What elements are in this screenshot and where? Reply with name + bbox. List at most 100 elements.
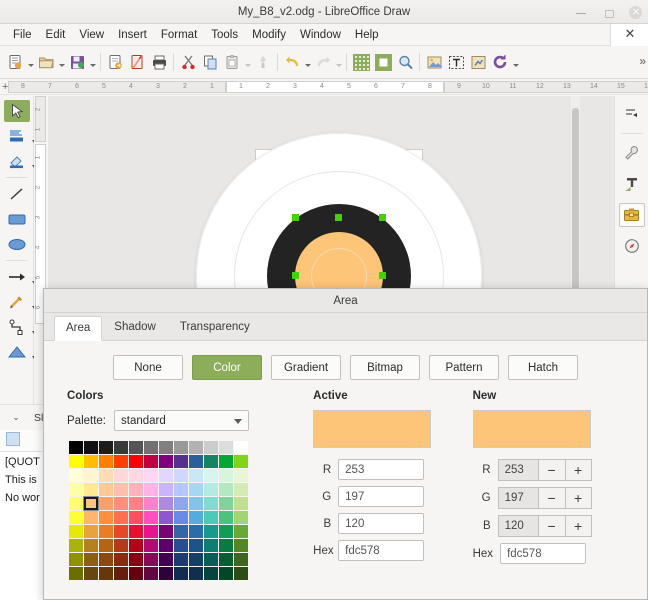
- fill-color-button[interactable]: Color: [192, 355, 262, 380]
- clone-formatting-icon[interactable]: [252, 50, 274, 74]
- color-swatch[interactable]: [129, 483, 143, 496]
- sidebar-settings-icon[interactable]: [619, 102, 645, 126]
- copy-icon[interactable]: [199, 50, 221, 74]
- color-swatch[interactable]: [144, 455, 158, 468]
- color-swatch[interactable]: [174, 483, 188, 496]
- color-swatch[interactable]: [114, 511, 128, 524]
- save-document-dropdown[interactable]: [88, 50, 97, 74]
- new-blue-decrement[interactable]: −: [537, 515, 565, 537]
- color-swatch[interactable]: [99, 455, 113, 468]
- color-swatch[interactable]: [84, 511, 98, 524]
- minimize-button[interactable]: [575, 6, 588, 19]
- color-swatch[interactable]: [189, 483, 203, 496]
- color-swatch[interactable]: [69, 553, 83, 566]
- color-swatch[interactable]: [84, 497, 98, 510]
- color-swatch[interactable]: [114, 539, 128, 552]
- zoom-icon[interactable]: [394, 50, 416, 74]
- fill-none-button[interactable]: None: [113, 355, 183, 380]
- color-swatch[interactable]: [69, 455, 83, 468]
- export-directly-as-pdf-icon[interactable]: [126, 50, 148, 74]
- color-swatch[interactable]: [99, 567, 113, 580]
- menu-window[interactable]: Window: [293, 27, 348, 43]
- new-red-increment[interactable]: +: [564, 459, 592, 481]
- selection-handle[interactable]: [335, 214, 342, 221]
- line-color-tool-icon[interactable]: [4, 150, 36, 172]
- color-swatch[interactable]: [69, 567, 83, 580]
- color-swatch[interactable]: [69, 483, 83, 496]
- color-swatch[interactable]: [159, 567, 173, 580]
- color-swatch[interactable]: [189, 567, 203, 580]
- color-swatch[interactable]: [99, 511, 113, 524]
- color-swatch[interactable]: [99, 553, 113, 566]
- color-swatch[interactable]: [84, 441, 98, 454]
- fill-pattern-button[interactable]: Pattern: [429, 355, 499, 380]
- color-swatch[interactable]: [129, 469, 143, 482]
- menu-tools[interactable]: Tools: [204, 27, 245, 43]
- color-swatch[interactable]: [84, 567, 98, 580]
- color-swatch[interactable]: [219, 497, 233, 510]
- new-red-stepper[interactable]: 253 − +: [497, 459, 592, 481]
- color-swatch[interactable]: [69, 525, 83, 538]
- color-swatch[interactable]: [129, 525, 143, 538]
- color-swatch[interactable]: [84, 455, 98, 468]
- properties-panel-icon[interactable]: [619, 141, 645, 165]
- color-swatch[interactable]: [144, 497, 158, 510]
- color-swatch[interactable]: [129, 441, 143, 454]
- color-swatch[interactable]: [234, 567, 248, 580]
- color-swatch[interactable]: [114, 469, 128, 482]
- color-swatch[interactable]: [219, 567, 233, 580]
- color-swatch[interactable]: [99, 525, 113, 538]
- new-green-stepper[interactable]: 197 − +: [497, 487, 592, 509]
- color-swatch[interactable]: [174, 497, 188, 510]
- new-blue-stepper[interactable]: 120 − +: [497, 515, 592, 537]
- color-swatch[interactable]: [84, 483, 98, 496]
- color-swatch[interactable]: [129, 511, 143, 524]
- color-swatch[interactable]: [159, 553, 173, 566]
- snap-to-grid-icon[interactable]: [372, 50, 394, 74]
- color-swatch[interactable]: [144, 539, 158, 552]
- color-swatch[interactable]: [69, 497, 83, 510]
- gallery-panel-icon[interactable]: [618, 203, 645, 227]
- color-swatch[interactable]: [99, 483, 113, 496]
- select-tool-icon[interactable]: [3, 100, 30, 122]
- background-writer-window[interactable]: B I [QUOT This is No wor: [0, 400, 48, 600]
- tab-area[interactable]: Area: [54, 316, 103, 341]
- color-swatch[interactable]: [234, 455, 248, 468]
- fill-hatch-button[interactable]: Hatch: [508, 355, 578, 380]
- color-swatch[interactable]: [69, 441, 83, 454]
- display-grid-icon[interactable]: [350, 50, 372, 74]
- color-swatch[interactable]: [234, 469, 248, 482]
- color-swatch[interactable]: [219, 525, 233, 538]
- color-swatch[interactable]: [204, 511, 218, 524]
- new-blue-increment[interactable]: +: [564, 515, 592, 537]
- color-swatch[interactable]: [174, 455, 188, 468]
- insert-chart-icon[interactable]: [467, 50, 489, 74]
- new-document-icon[interactable]: [4, 50, 26, 74]
- menu-file[interactable]: File: [6, 27, 39, 43]
- menu-view[interactable]: View: [72, 27, 111, 43]
- new-hex-field[interactable]: fdc578: [500, 543, 587, 564]
- color-swatch[interactable]: [174, 441, 188, 454]
- color-swatch[interactable]: [99, 441, 113, 454]
- color-swatch[interactable]: [219, 455, 233, 468]
- menu-modify[interactable]: Modify: [245, 27, 293, 43]
- table-icon[interactable]: [6, 431, 20, 446]
- palette-select[interactable]: standard: [114, 410, 249, 431]
- color-swatch[interactable]: [144, 511, 158, 524]
- color-swatch[interactable]: [174, 539, 188, 552]
- selection-handle[interactable]: [379, 272, 386, 279]
- color-swatch[interactable]: [84, 525, 98, 538]
- color-swatch[interactable]: [189, 441, 203, 454]
- color-swatch[interactable]: [204, 567, 218, 580]
- new-red-decrement[interactable]: −: [537, 459, 565, 481]
- color-swatch[interactable]: [114, 483, 128, 496]
- color-swatch[interactable]: [219, 469, 233, 482]
- color-swatch[interactable]: [129, 455, 143, 468]
- color-swatch[interactable]: [114, 567, 128, 580]
- color-swatch[interactable]: [114, 441, 128, 454]
- close-document-icon[interactable]: ✕: [622, 26, 638, 42]
- cut-icon[interactable]: [177, 50, 199, 74]
- color-swatch[interactable]: [219, 553, 233, 566]
- color-swatch[interactable]: [99, 539, 113, 552]
- color-swatch[interactable]: [174, 525, 188, 538]
